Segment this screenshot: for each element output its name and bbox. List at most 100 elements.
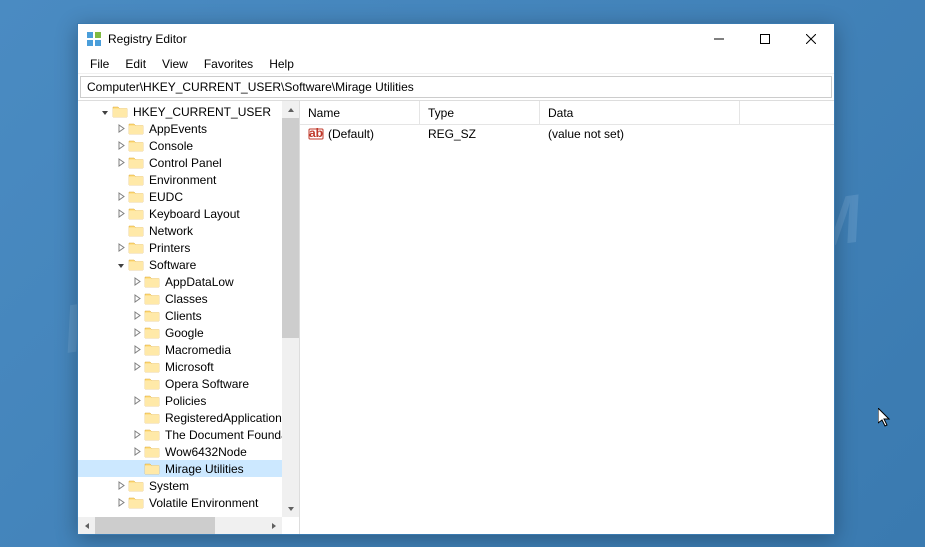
tree-scrollbar-vertical[interactable] bbox=[282, 101, 299, 517]
expand-icon[interactable] bbox=[130, 428, 144, 442]
tree-item-label: Wow6432Node bbox=[163, 445, 249, 459]
expand-icon[interactable] bbox=[130, 309, 144, 323]
scroll-thumb-vertical[interactable] bbox=[282, 118, 299, 338]
tree-item[interactable]: HKEY_CURRENT_USER bbox=[78, 103, 299, 120]
expand-icon[interactable] bbox=[114, 207, 128, 221]
expand-icon[interactable] bbox=[130, 394, 144, 408]
expand-icon[interactable] bbox=[130, 326, 144, 340]
folder-icon bbox=[144, 393, 160, 409]
tree-item[interactable]: AppEvents bbox=[78, 120, 299, 137]
folder-icon bbox=[128, 223, 144, 239]
expand-icon[interactable] bbox=[114, 122, 128, 136]
folder-icon bbox=[144, 410, 160, 426]
tree-scrollbar-horizontal[interactable] bbox=[78, 517, 282, 534]
tree-item[interactable]: Environment bbox=[78, 171, 299, 188]
collapse-icon[interactable] bbox=[114, 258, 128, 272]
tree-item[interactable]: Volatile Environment bbox=[78, 494, 299, 511]
tree-item[interactable]: EUDC bbox=[78, 188, 299, 205]
address-bar[interactable]: Computer\HKEY_CURRENT_USER\Software\Mira… bbox=[80, 76, 832, 98]
expand-icon[interactable] bbox=[130, 343, 144, 357]
tree-item[interactable]: Policies bbox=[78, 392, 299, 409]
tree-item[interactable]: The Document Foundation bbox=[78, 426, 299, 443]
tree-item[interactable]: AppDataLow bbox=[78, 273, 299, 290]
tree-item[interactable]: RegisteredApplications bbox=[78, 409, 299, 426]
mouse-cursor-icon bbox=[878, 408, 892, 431]
close-button[interactable] bbox=[788, 24, 834, 54]
folder-icon bbox=[128, 206, 144, 222]
expand-icon[interactable] bbox=[114, 224, 128, 238]
expand-icon[interactable] bbox=[114, 139, 128, 153]
expand-icon[interactable] bbox=[114, 173, 128, 187]
list-row[interactable]: ab(Default)REG_SZ(value not set) bbox=[300, 125, 834, 143]
expand-icon[interactable] bbox=[130, 275, 144, 289]
menu-favorites[interactable]: Favorites bbox=[196, 55, 261, 73]
tree-panel: HKEY_CURRENT_USERAppEvents ConsoleControl… bbox=[78, 101, 300, 534]
menubar: File Edit View Favorites Help bbox=[78, 54, 834, 74]
tree-item-label: Printers bbox=[147, 241, 192, 255]
minimize-button[interactable] bbox=[696, 24, 742, 54]
folder-icon bbox=[112, 104, 128, 120]
tree-item-label: Console bbox=[147, 139, 195, 153]
tree-item-label: Classes bbox=[163, 292, 210, 306]
tree-item[interactable]: Google bbox=[78, 324, 299, 341]
collapse-icon[interactable] bbox=[98, 105, 112, 119]
folder-icon bbox=[128, 257, 144, 273]
tree-item[interactable]: System bbox=[78, 477, 299, 494]
expand-icon[interactable] bbox=[130, 377, 144, 391]
tree-item[interactable]: Control Panel bbox=[78, 154, 299, 171]
tree-item-label: Software bbox=[147, 258, 198, 272]
tree-item[interactable]: Printers bbox=[78, 239, 299, 256]
expand-icon[interactable] bbox=[114, 479, 128, 493]
scroll-down-button[interactable] bbox=[282, 500, 299, 517]
value-name: (Default) bbox=[328, 127, 374, 141]
registry-tree[interactable]: HKEY_CURRENT_USERAppEvents ConsoleControl… bbox=[78, 101, 299, 531]
expand-icon[interactable] bbox=[114, 496, 128, 510]
menu-file[interactable]: File bbox=[82, 55, 117, 73]
menu-view[interactable]: View bbox=[154, 55, 196, 73]
tree-item[interactable]: Network bbox=[78, 222, 299, 239]
folder-icon bbox=[144, 342, 160, 358]
expand-icon[interactable] bbox=[114, 190, 128, 204]
folder-icon bbox=[144, 461, 160, 477]
values-panel: Name Type Data ab(Default)REG_SZ(value n… bbox=[300, 101, 834, 534]
window-title: Registry Editor bbox=[108, 32, 696, 46]
window-controls bbox=[696, 24, 834, 54]
scroll-right-button[interactable] bbox=[265, 517, 282, 534]
folder-icon bbox=[144, 444, 160, 460]
scroll-left-button[interactable] bbox=[78, 517, 95, 534]
tree-item[interactable]: Microsoft bbox=[78, 358, 299, 375]
expand-icon[interactable] bbox=[130, 462, 144, 476]
column-name[interactable]: Name bbox=[300, 101, 420, 124]
tree-item[interactable]: Opera Software bbox=[78, 375, 299, 392]
string-value-icon: ab bbox=[308, 126, 324, 142]
svg-text:ab: ab bbox=[309, 126, 323, 140]
menu-edit[interactable]: Edit bbox=[117, 55, 154, 73]
tree-item[interactable]: Keyboard Layout bbox=[78, 205, 299, 222]
folder-icon bbox=[128, 495, 144, 511]
tree-item[interactable]: Wow6432Node bbox=[78, 443, 299, 460]
tree-item[interactable]: Mirage Utilities bbox=[78, 460, 299, 477]
tree-item-label: EUDC bbox=[147, 190, 185, 204]
scroll-up-button[interactable] bbox=[282, 101, 299, 118]
expand-icon[interactable] bbox=[130, 445, 144, 459]
tree-item[interactable]: Software bbox=[78, 256, 299, 273]
scroll-thumb-horizontal[interactable] bbox=[95, 517, 215, 534]
tree-item-label: Mirage Utilities bbox=[163, 462, 246, 476]
tree-item-label: Network bbox=[147, 224, 195, 238]
tree-item[interactable]: Macromedia bbox=[78, 341, 299, 358]
titlebar[interactable]: Registry Editor bbox=[78, 24, 834, 54]
column-type[interactable]: Type bbox=[420, 101, 540, 124]
menu-help[interactable]: Help bbox=[261, 55, 302, 73]
column-data[interactable]: Data bbox=[540, 101, 740, 124]
expand-icon[interactable] bbox=[130, 411, 144, 425]
tree-item[interactable]: Classes bbox=[78, 290, 299, 307]
maximize-button[interactable] bbox=[742, 24, 788, 54]
tree-item-label: Macromedia bbox=[163, 343, 233, 357]
expand-icon[interactable] bbox=[114, 156, 128, 170]
expand-icon[interactable] bbox=[130, 292, 144, 306]
tree-item[interactable]: Clients bbox=[78, 307, 299, 324]
expand-icon[interactable] bbox=[130, 360, 144, 374]
tree-item[interactable]: Console bbox=[78, 137, 299, 154]
expand-icon[interactable] bbox=[114, 241, 128, 255]
folder-icon bbox=[128, 121, 144, 137]
